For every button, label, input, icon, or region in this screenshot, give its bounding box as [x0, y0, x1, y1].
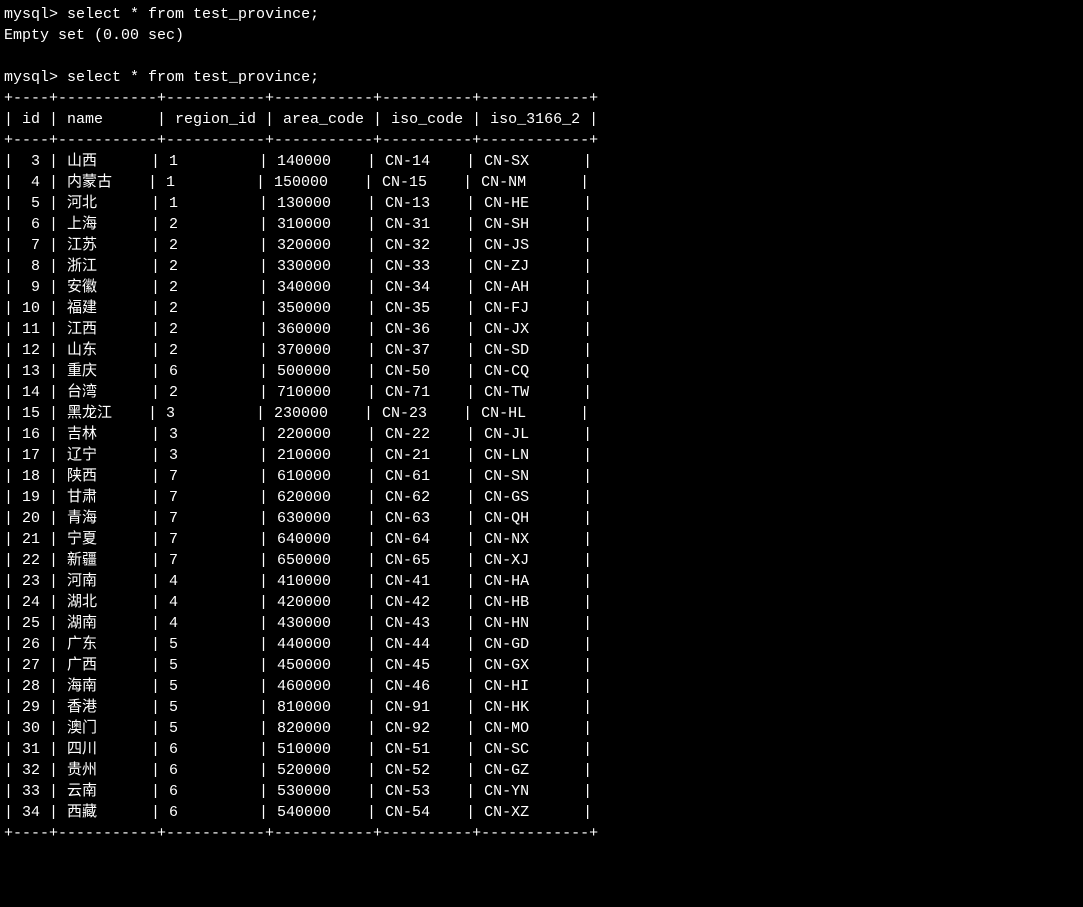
table-row: | 18 | 陕西 | 7 | 610000 | CN-61 | CN-SN | [4, 466, 1079, 487]
query-line-1: mysql> select * from test_province; [4, 4, 1079, 25]
table-row: | 4 | 内蒙古 | 1 | 150000 | CN-15 | CN-NM | [4, 172, 1079, 193]
table-body: | 3 | 山西 | 1 | 140000 | CN-14 | CN-SX ||… [4, 151, 1079, 823]
table-row: | 3 | 山西 | 1 | 140000 | CN-14 | CN-SX | [4, 151, 1079, 172]
table-row: | 11 | 江西 | 2 | 360000 | CN-36 | CN-JX | [4, 319, 1079, 340]
table-row: | 20 | 青海 | 7 | 630000 | CN-63 | CN-QH | [4, 508, 1079, 529]
table-row: | 34 | 西藏 | 6 | 540000 | CN-54 | CN-XZ | [4, 802, 1079, 823]
table-row: | 10 | 福建 | 2 | 350000 | CN-35 | CN-FJ | [4, 298, 1079, 319]
table-row: | 14 | 台湾 | 2 | 710000 | CN-71 | CN-TW | [4, 382, 1079, 403]
table-row: | 9 | 安徽 | 2 | 340000 | CN-34 | CN-AH | [4, 277, 1079, 298]
table-divider-mid: +----+-----------+-----------+----------… [4, 130, 1079, 151]
table-row: | 13 | 重庆 | 6 | 500000 | CN-50 | CN-CQ | [4, 361, 1079, 382]
table-row: | 25 | 湖南 | 4 | 430000 | CN-43 | CN-HN | [4, 613, 1079, 634]
table-row: | 5 | 河北 | 1 | 130000 | CN-13 | CN-HE | [4, 193, 1079, 214]
blank-line [4, 46, 1079, 67]
table-row: | 33 | 云南 | 6 | 530000 | CN-53 | CN-YN | [4, 781, 1079, 802]
table-row: | 32 | 贵州 | 6 | 520000 | CN-52 | CN-GZ | [4, 760, 1079, 781]
table-row: | 21 | 宁夏 | 7 | 640000 | CN-64 | CN-NX | [4, 529, 1079, 550]
table-row: | 7 | 江苏 | 2 | 320000 | CN-32 | CN-JS | [4, 235, 1079, 256]
table-row: | 26 | 广东 | 5 | 440000 | CN-44 | CN-GD | [4, 634, 1079, 655]
mysql-prompt[interactable]: mysql> [4, 69, 58, 86]
table-row: | 6 | 上海 | 2 | 310000 | CN-31 | CN-SH | [4, 214, 1079, 235]
table-row: | 15 | 黑龙江 | 3 | 230000 | CN-23 | CN-HL … [4, 403, 1079, 424]
sql-query-2: select * from test_province; [67, 69, 319, 86]
table-header-row: | id | name | region_id | area_code | is… [4, 109, 1079, 130]
table-row: | 30 | 澳门 | 5 | 820000 | CN-92 | CN-MO | [4, 718, 1079, 739]
query-line-2: mysql> select * from test_province; [4, 67, 1079, 88]
table-row: | 28 | 海南 | 5 | 460000 | CN-46 | CN-HI | [4, 676, 1079, 697]
table-row: | 31 | 四川 | 6 | 510000 | CN-51 | CN-SC | [4, 739, 1079, 760]
sql-query-1: select * from test_province; [67, 6, 319, 23]
table-row: | 12 | 山东 | 2 | 370000 | CN-37 | CN-SD | [4, 340, 1079, 361]
table-row: | 22 | 新疆 | 7 | 650000 | CN-65 | CN-XJ | [4, 550, 1079, 571]
table-divider-top: +----+-----------+-----------+----------… [4, 88, 1079, 109]
table-row: | 27 | 广西 | 5 | 450000 | CN-45 | CN-GX | [4, 655, 1079, 676]
result-empty: Empty set (0.00 sec) [4, 25, 1079, 46]
table-row: | 29 | 香港 | 5 | 810000 | CN-91 | CN-HK | [4, 697, 1079, 718]
table-row: | 17 | 辽宁 | 3 | 210000 | CN-21 | CN-LN | [4, 445, 1079, 466]
table-row: | 16 | 吉林 | 3 | 220000 | CN-22 | CN-JL | [4, 424, 1079, 445]
table-row: | 19 | 甘肃 | 7 | 620000 | CN-62 | CN-GS | [4, 487, 1079, 508]
mysql-prompt[interactable]: mysql> [4, 6, 58, 23]
table-row: | 8 | 浙江 | 2 | 330000 | CN-33 | CN-ZJ | [4, 256, 1079, 277]
table-row: | 23 | 河南 | 4 | 410000 | CN-41 | CN-HA | [4, 571, 1079, 592]
table-row: | 24 | 湖北 | 4 | 420000 | CN-42 | CN-HB | [4, 592, 1079, 613]
table-divider-bottom: +----+-----------+-----------+----------… [4, 823, 1079, 844]
